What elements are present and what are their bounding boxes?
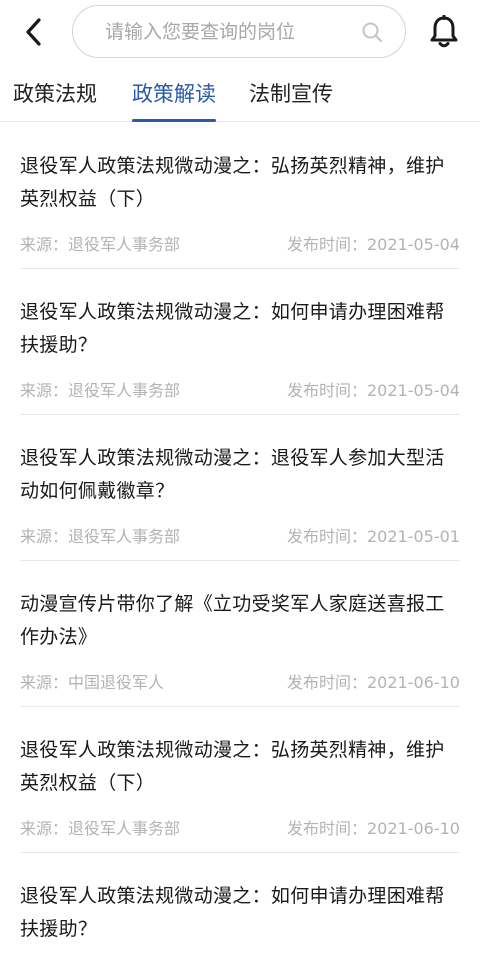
- bell-icon: [430, 15, 458, 48]
- article-meta: 来源：退役军人事务部 发布时间：2021-05-01: [20, 523, 460, 547]
- article-source: 来源：中国退役军人: [20, 673, 165, 692]
- active-tab-indicator: [132, 119, 216, 122]
- chevron-left-icon: [26, 18, 41, 46]
- list-item[interactable]: 退役军人政策法规微动漫之：如何申请办理困难帮扶援助？ 来源：退役军人事务部 发布…: [0, 269, 480, 415]
- back-button[interactable]: [18, 14, 48, 50]
- search-icon[interactable]: [361, 21, 383, 43]
- article-source: 来源：退役军人事务部: [20, 381, 181, 400]
- policy-page: 政策法规 政策解读 法制宣传 退役军人政策法规微动漫之：弘扬英烈精神，维护英烈权…: [0, 0, 480, 960]
- article-meta: 来源：中国退役军人 发布时间：2021-06-10: [20, 669, 460, 693]
- top-bar: [0, 0, 480, 64]
- search-input[interactable]: [105, 20, 361, 43]
- tab-policy-interpretation[interactable]: 政策解读: [132, 78, 216, 122]
- article-date: 发布时间：2021-05-04: [287, 235, 460, 254]
- article-list: 退役军人政策法规微动漫之：弘扬英烈精神，维护英烈权益（下） 来源：退役军人事务部…: [0, 123, 480, 960]
- article-date: 发布时间：2021-06-10: [287, 673, 460, 692]
- article-date: 发布时间：2021-05-01: [287, 527, 460, 546]
- notification-button[interactable]: [426, 12, 462, 52]
- article-title: 动漫宣传片带你了解《立功受奖军人家庭送喜报工作办法》: [20, 593, 445, 648]
- tab-label: 政策法规: [13, 82, 97, 106]
- tab-bar: 政策法规 政策解读 法制宣传: [0, 64, 480, 122]
- tab-policy-regulations[interactable]: 政策法规: [13, 78, 97, 122]
- article-meta: 来源：退役军人事务部 发布时间：2021-05-04: [20, 231, 460, 255]
- article-date: 发布时间：2021-05-04: [287, 381, 460, 400]
- article-meta: 来源：退役军人事务部 发布时间：2021-05-04: [20, 377, 460, 401]
- article-source: 来源：退役军人事务部: [20, 819, 181, 838]
- search-box[interactable]: [72, 5, 406, 58]
- article-date: 发布时间：2021-06-10: [287, 819, 460, 838]
- article-source: 来源：退役军人事务部: [20, 235, 181, 254]
- article-meta: 来源：退役军人事务部 发布时间：2021-06-10: [20, 815, 460, 839]
- article-title: 退役军人政策法规微动漫之：退役军人参加大型活动如何佩戴徽章？: [20, 447, 445, 502]
- article-title: 退役军人政策法规微动漫之：弘扬英烈精神，维护英烈权益（下）: [20, 155, 445, 210]
- list-item[interactable]: 动漫宣传片带你了解《立功受奖军人家庭送喜报工作办法》 来源：中国退役军人 发布时…: [0, 561, 480, 707]
- tab-label: 法制宣传: [249, 82, 333, 106]
- article-source: 来源：退役军人事务部: [20, 527, 181, 546]
- list-item[interactable]: 退役军人政策法规微动漫之：退役军人参加大型活动如何佩戴徽章？ 来源：退役军人事务…: [0, 415, 480, 561]
- tab-label: 政策解读: [132, 82, 216, 106]
- list-item[interactable]: 退役军人政策法规微动漫之：弘扬英烈精神，维护英烈权益（下） 来源：退役军人事务部…: [0, 123, 480, 269]
- article-title: 退役军人政策法规微动漫之：如何申请办理困难帮扶援助？: [20, 885, 445, 940]
- article-title: 退役军人政策法规微动漫之：弘扬英烈精神，维护英烈权益（下）: [20, 739, 445, 794]
- list-item[interactable]: 退役军人政策法规微动漫之：如何申请办理困难帮扶援助？: [0, 853, 480, 960]
- list-item[interactable]: 退役军人政策法规微动漫之：弘扬英烈精神，维护英烈权益（下） 来源：退役军人事务部…: [0, 707, 480, 853]
- article-title: 退役军人政策法规微动漫之：如何申请办理困难帮扶援助？: [20, 301, 445, 356]
- tab-legal-publicity[interactable]: 法制宣传: [249, 78, 333, 122]
